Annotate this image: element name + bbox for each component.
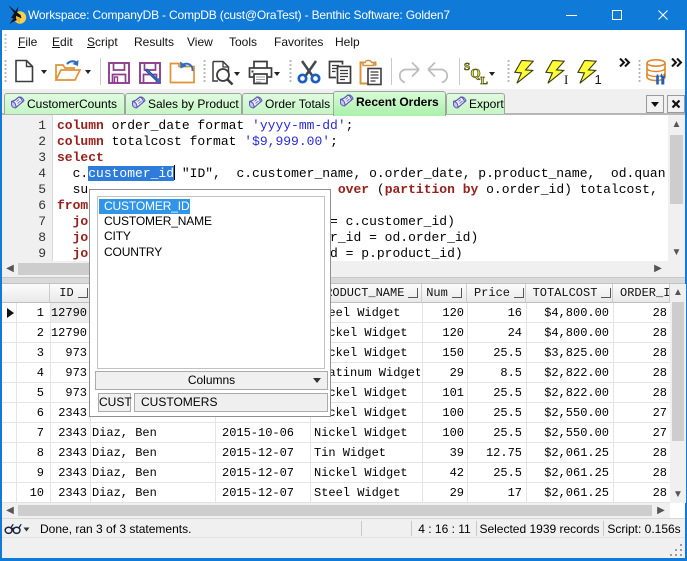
svg-text:S: S: [464, 61, 470, 73]
svg-text:Q: Q: [471, 66, 481, 81]
svg-text:L: L: [481, 75, 488, 86]
svg-text:I: I: [564, 72, 568, 85]
svg-text:1: 1: [595, 72, 602, 85]
